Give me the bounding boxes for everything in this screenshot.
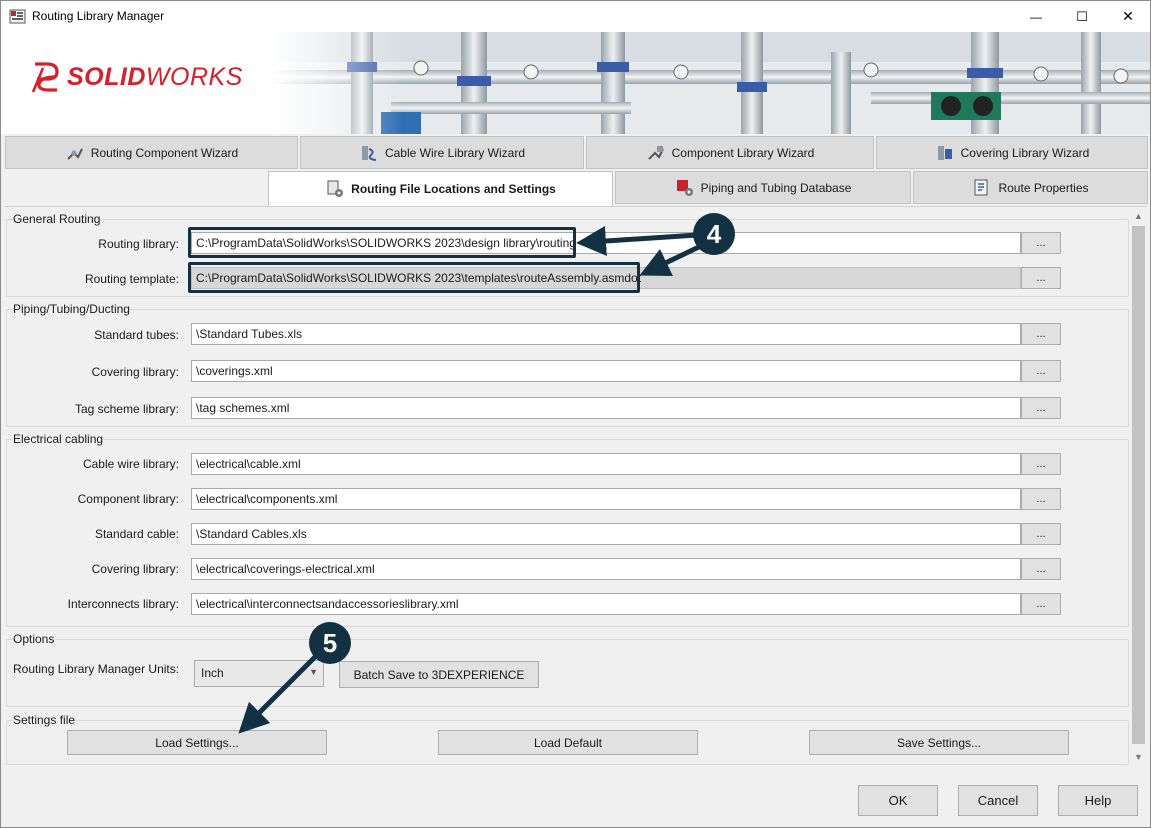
piping-group-title: Piping/Tubing/Ducting [13,302,130,316]
routing-library-highlight [188,227,576,258]
database-icon [676,179,693,196]
routing-template-browse-button[interactable]: ... [1021,267,1061,289]
interconnects-label: Interconnects library: [67,597,179,611]
chevron-down-icon: ▼ [309,667,318,677]
covering-library-browse-button[interactable]: ... [1021,360,1061,382]
cable-wire-icon [361,145,377,161]
scroll-up-icon[interactable]: ▲ [1130,208,1147,224]
units-dropdown[interactable]: Inch ▼ [194,660,324,687]
tab-covering-library-wizard[interactable]: Covering Library Wizard [876,136,1148,169]
close-icon: ✕ [1122,8,1134,24]
standard-cable-label: Standard cable: [94,527,179,541]
standard-cable-field[interactable]: \Standard Cables.xls [191,523,1021,545]
standard-tubes-browse-button[interactable]: ... [1021,323,1061,345]
electrical-group-title: Electrical cabling [13,432,104,446]
ok-button[interactable]: OK [858,785,938,816]
electrical-covering-label: Covering library: [91,562,179,576]
tab-cable-wire-library-wizard[interactable]: Cable Wire Library Wizard [300,136,584,169]
logo-bold: SOLID [67,62,146,91]
tab-label: Route Properties [998,180,1089,195]
solidworks-banner: SOLIDWORKS [1,32,1150,134]
cable-wire-field[interactable]: \electrical\cable.xml [191,453,1021,475]
tab-piping-tubing-database[interactable]: Piping and Tubing Database [615,171,911,204]
tag-scheme-field[interactable]: \tag schemes.xml [191,397,1021,419]
maximize-icon: ☐ [1076,8,1088,24]
tab-label: Routing File Locations and Settings [351,182,556,196]
tab-route-properties[interactable]: Route Properties [913,171,1148,204]
app-icon [9,9,26,24]
tab-label: Cable Wire Library Wizard [384,145,526,160]
load-settings-button[interactable]: Load Settings... [67,730,327,755]
callout-5: 5 [309,622,351,664]
tag-scheme-browse-button[interactable]: ... [1021,397,1061,419]
minimize-button[interactable]: — [1013,1,1059,32]
covering-library-field[interactable]: \coverings.xml [191,360,1021,382]
help-button[interactable]: Help [1058,785,1138,816]
component-library-label: Component library: [77,492,179,506]
load-default-button[interactable]: Load Default [438,730,698,755]
cancel-button[interactable]: Cancel [958,785,1038,816]
tab-routing-file-locations[interactable]: Routing File Locations and Settings [268,171,613,206]
component-wizard-icon [67,148,83,160]
electrical-covering-field[interactable]: \electrical\coverings-electrical.xml [191,558,1021,580]
tab-label: Routing Component Wizard [90,145,239,160]
logo-wordmark: SOLIDWORKS [67,63,243,92]
routing-template-label: Routing template: [84,272,179,286]
route-properties-icon [974,179,988,195]
standard-tubes-field[interactable]: \Standard Tubes.xls [191,323,1021,345]
routing-library-label: Routing library: [98,237,179,251]
tab-label: Piping and Tubing Database [700,180,852,195]
interconnects-browse-button[interactable]: ... [1021,593,1061,615]
settings-file-title: Settings file [13,713,76,727]
tab-label: Component Library Wizard [671,145,815,160]
file-locations-icon [327,180,344,197]
cable-wire-browse-button[interactable]: ... [1021,453,1061,475]
options-group-title: Options [13,632,55,646]
title-bar: Routing Library Manager — ☐ ✕ [1,1,1150,32]
logo-thin: WORKS [145,62,243,91]
vertical-scrollbar[interactable]: ▲ ▼ [1130,208,1147,765]
ds-logo-icon [31,62,59,93]
tab-label: Covering Library Wizard [960,145,1090,160]
routing-template-highlight [188,262,640,293]
batch-save-button[interactable]: Batch Save to 3DEXPERIENCE [339,661,539,688]
standard-cable-browse-button[interactable]: ... [1021,523,1061,545]
scroll-thumb[interactable] [1132,226,1145,744]
tab-component-library-wizard[interactable]: Component Library Wizard [586,136,874,169]
units-value: Inch [201,666,224,680]
window-title: Routing Library Manager [32,9,165,23]
save-settings-button[interactable]: Save Settings... [809,730,1069,755]
maximize-button[interactable]: ☐ [1059,1,1105,32]
component-library-icon [647,145,664,160]
general-routing-title: General Routing [13,212,101,226]
tab-routing-component-wizard[interactable]: Routing Component Wizard [5,136,298,169]
component-library-field[interactable]: \electrical\components.xml [191,488,1021,510]
solidworks-logo: SOLIDWORKS [31,60,243,94]
minimize-icon: — [1030,9,1042,24]
units-label: Routing Library Manager Units: [13,662,180,676]
covering-library-icon [937,145,952,160]
scroll-down-icon[interactable]: ▼ [1130,749,1147,765]
close-button[interactable]: ✕ [1105,1,1150,32]
callout-4: 4 [693,213,735,255]
electrical-covering-browse-button[interactable]: ... [1021,558,1061,580]
component-library-browse-button[interactable]: ... [1021,488,1061,510]
cable-wire-label: Cable wire library: [82,457,179,471]
tag-scheme-label: Tag scheme library: [74,402,179,416]
standard-tubes-label: Standard tubes: [94,328,179,342]
covering-library-label: Covering library: [91,365,179,379]
interconnects-field[interactable]: \electrical\interconnectsandaccessoriesl… [191,593,1021,615]
routing-library-manager-window: Routing Library Manager — ☐ ✕ SOLIDWORKS [0,0,1151,828]
routing-library-browse-button[interactable]: ... [1021,232,1061,254]
industrial-piping-photo [271,32,1150,134]
